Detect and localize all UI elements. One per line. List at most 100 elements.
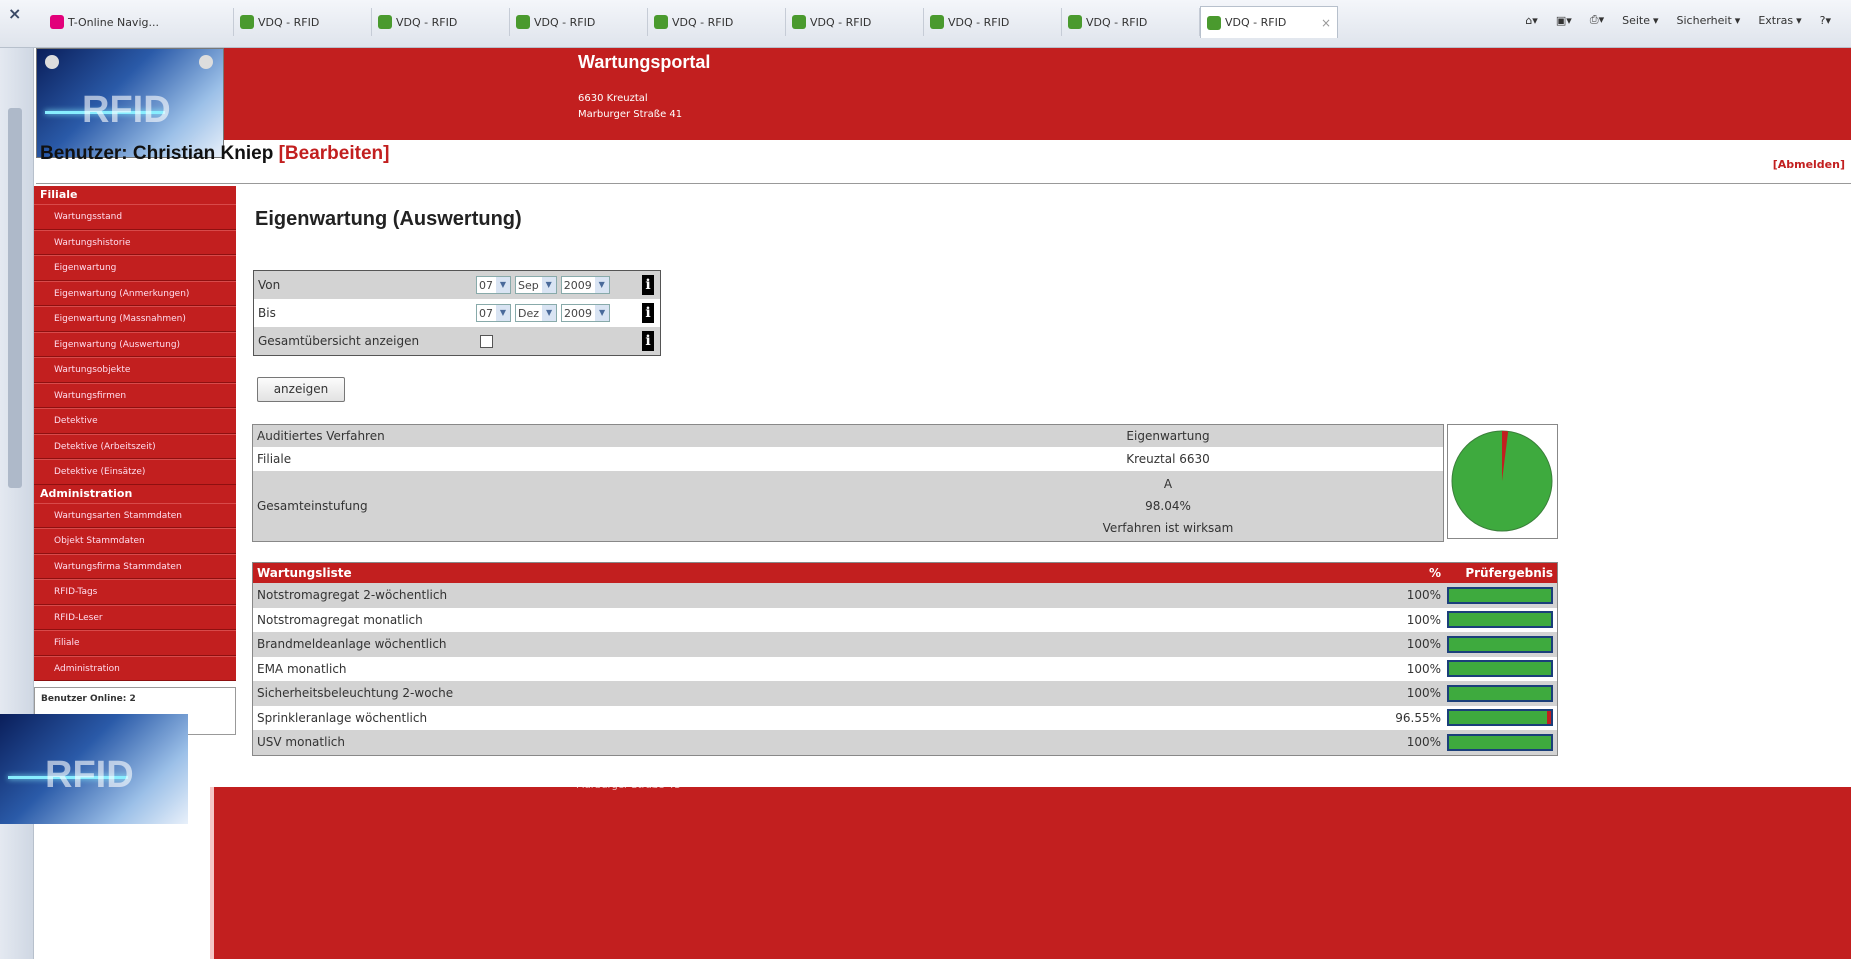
info-icon[interactable]: i xyxy=(642,303,654,323)
emblem-icon xyxy=(199,55,213,69)
tab-label: VDQ - RFID xyxy=(258,15,320,29)
table-row: Notstromagregat 2-wöchentlich 100% xyxy=(253,583,1557,608)
logout-link[interactable]: [Abmelden] xyxy=(1773,158,1845,171)
sidebar-item[interactable]: Wartungsstand xyxy=(34,204,236,230)
tab-label: T-Online Navig... xyxy=(68,15,159,29)
tab-vdq-active[interactable]: VDQ - RFID × xyxy=(1200,6,1338,38)
info-icon[interactable]: i xyxy=(642,331,654,351)
table-row: Sprinkleranlage wöchentlich 96.55% xyxy=(253,706,1557,731)
summary-table: Auditiertes Verfahren Eigenwartung Filial… xyxy=(252,424,1444,542)
header-name: Wartungsliste xyxy=(257,566,352,580)
row-name: USV monatlich xyxy=(257,735,345,749)
feeds-icon[interactable]: ▣▾ xyxy=(1556,13,1572,27)
tab-vdq[interactable]: VDQ - RFID xyxy=(648,8,786,36)
select-value: Sep xyxy=(518,278,539,292)
sidebar-item[interactable]: Wartungsfirmen xyxy=(34,382,236,408)
site-header xyxy=(36,48,1851,140)
row-percent: 100% xyxy=(1406,612,1441,627)
result-bar xyxy=(1447,660,1553,678)
page-icon xyxy=(792,15,806,29)
tab-vdq[interactable]: VDQ - RFID xyxy=(234,8,372,36)
bis-month-select[interactable]: Dez ▼ xyxy=(515,304,558,322)
row-percent: 96.55% xyxy=(1395,710,1441,725)
sidebar-item[interactable]: Filiale xyxy=(34,630,236,656)
tab-label: VDQ - RFID xyxy=(1225,16,1287,29)
sidebar-item[interactable]: Administration xyxy=(34,655,236,681)
result-bar-fill xyxy=(1449,711,1548,725)
result-bar-fill xyxy=(1449,662,1551,676)
sidebar-item[interactable]: Detektive (Arbeitszeit) xyxy=(34,433,236,459)
header-percent: % xyxy=(1428,566,1441,580)
emblem-icon xyxy=(45,55,59,69)
row-percent: 100% xyxy=(1406,686,1441,700)
address-line: 6630 Kreuztal xyxy=(578,93,648,104)
result-bar xyxy=(1447,611,1553,629)
page-icon xyxy=(1068,15,1082,29)
anzeigen-button[interactable]: anzeigen xyxy=(257,377,345,402)
sidebar-item[interactable]: Wartungsarten Stammdaten xyxy=(34,502,236,528)
tab-vdq[interactable]: VDQ - RFID xyxy=(372,8,510,36)
sidebar-item[interactable]: Detektive xyxy=(34,408,236,434)
sicherheit-menu[interactable]: Sicherheit ▾ xyxy=(1677,13,1741,27)
row-name: Sicherheitsbeleuchtung 2-woche xyxy=(257,686,454,700)
home-icon[interactable]: ⌂▾ xyxy=(1525,13,1538,27)
info-icon[interactable]: i xyxy=(642,275,654,295)
page-icon xyxy=(1207,15,1221,30)
row-result xyxy=(1445,730,1557,755)
overview-checkbox[interactable] xyxy=(480,334,493,348)
von-label: Von xyxy=(258,278,281,292)
rating-grade: A xyxy=(1163,477,1173,491)
bis-day-select[interactable]: 07 ▼ xyxy=(476,304,511,322)
select-value: 2009 xyxy=(563,278,592,292)
tab-label: VDQ - RFID xyxy=(948,15,1010,29)
sidebar-item[interactable]: Wartungsfirma Stammdaten xyxy=(34,553,236,579)
bis-year-select[interactable]: 2009 ▼ xyxy=(561,304,611,322)
print-icon[interactable]: ⎙▾ xyxy=(1590,13,1604,27)
select-value: 07 xyxy=(479,278,493,292)
tab-vdq[interactable]: VDQ - RFID xyxy=(924,8,1062,36)
extras-menu[interactable]: Extras ▾ xyxy=(1758,13,1801,27)
von-year-select[interactable]: 2009 ▼ xyxy=(560,276,610,294)
von-day-select[interactable]: 07 ▼ xyxy=(476,276,511,294)
row-result xyxy=(1445,632,1557,657)
von-month-select[interactable]: Sep ▼ xyxy=(515,276,557,294)
browser-toolbar: × T-Online Navig... VDQ - RFID VDQ - RFI… xyxy=(0,0,1851,48)
sidebar-item[interactable]: Objekt Stammdaten xyxy=(34,528,236,554)
row-percent: 100% xyxy=(1406,637,1441,651)
site-address: 6630 Kreuztal Marburger Straße 41 xyxy=(578,91,682,123)
close-icon[interactable]: × xyxy=(8,4,21,23)
page-title: Eigenwartung (Auswertung) xyxy=(255,208,522,230)
result-bar xyxy=(1447,709,1553,727)
tab-vdq[interactable]: VDQ - RFID xyxy=(510,8,648,36)
sidebar-list-administration: Wartungsarten Stammdaten Objekt Stammdate… xyxy=(34,502,236,681)
site-title: Wartungsportal xyxy=(578,52,711,72)
sidebar-item[interactable]: Wartungshistorie xyxy=(34,229,236,255)
tab-label: VDQ - RFID xyxy=(396,15,458,29)
tab-t-online[interactable]: T-Online Navig... xyxy=(44,8,234,36)
tab-vdq[interactable]: VDQ - RFID xyxy=(1062,8,1200,36)
tab-strip: T-Online Navig... VDQ - RFID VDQ - RFID … xyxy=(44,6,1338,38)
select-value: 07 xyxy=(479,306,493,320)
sicherheit-label: Sicherheit xyxy=(1676,13,1732,27)
help-icon[interactable]: ?▾ xyxy=(1820,13,1831,27)
sidebar-section-filiale: Filiale xyxy=(34,186,236,204)
seite-menu[interactable]: Seite ▾ xyxy=(1622,13,1658,27)
rating-status: Verfahren ist wirksam xyxy=(1102,521,1234,535)
sidebar-item[interactable]: Eigenwartung (Massnahmen) xyxy=(34,306,236,332)
t-online-icon xyxy=(50,15,64,29)
sidebar-item[interactable]: Eigenwartung xyxy=(34,255,236,281)
sidebar-item[interactable]: Detektive (Einsätze) xyxy=(34,459,236,485)
sidebar-item[interactable]: Eigenwartung (Auswertung) xyxy=(34,331,236,357)
sidebar-item[interactable]: RFID-Tags xyxy=(34,579,236,605)
page-icon xyxy=(654,15,668,29)
sidebar-item[interactable]: Wartungsobjekte xyxy=(34,357,236,383)
close-tab-icon[interactable]: × xyxy=(1321,16,1331,30)
scrollbar[interactable] xyxy=(8,108,22,488)
tab-vdq[interactable]: VDQ - RFID xyxy=(786,8,924,36)
edit-user-link[interactable]: [Bearbeiten] xyxy=(279,143,390,164)
result-bar-fill xyxy=(1449,735,1551,749)
tab-label: VDQ - RFID xyxy=(810,15,872,29)
sidebar-item[interactable]: Eigenwartung (Anmerkungen) xyxy=(34,280,236,306)
chevron-down-icon: ▼ xyxy=(496,277,510,293)
sidebar-item[interactable]: RFID-Leser xyxy=(34,604,236,630)
